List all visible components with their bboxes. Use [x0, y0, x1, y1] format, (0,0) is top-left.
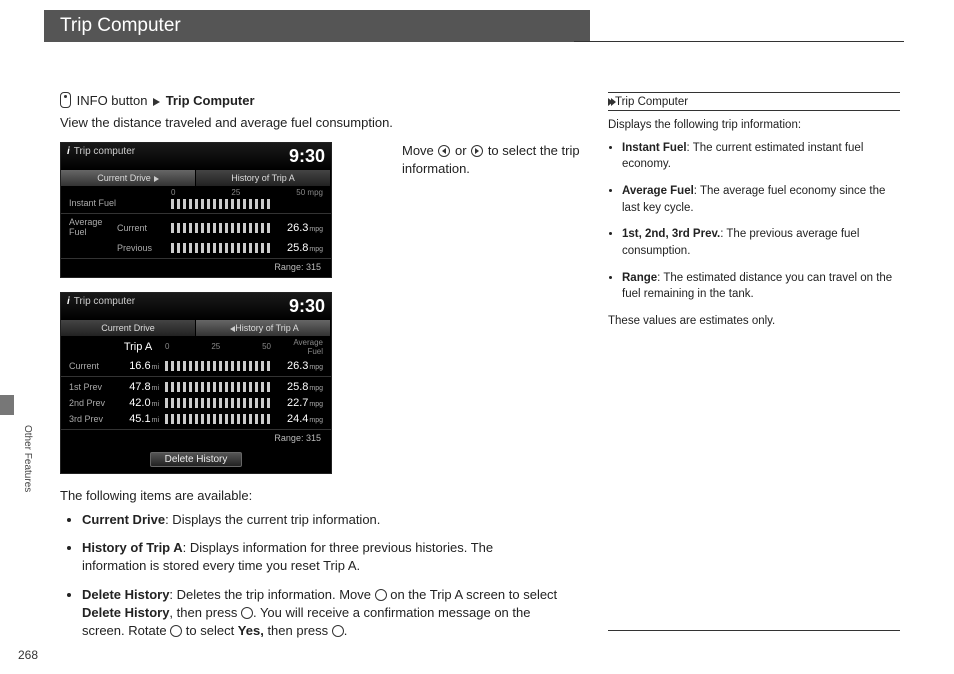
list-item: History of Trip A: Displays information …: [82, 539, 560, 575]
sub-label: Current: [117, 223, 165, 233]
row-label: Instant Fuel: [69, 199, 117, 209]
list-item: Average Fuel: The average fuel economy s…: [622, 183, 900, 216]
screenshot-current-drive: i Trip computer 9:30 Current Drive Histor…: [60, 142, 332, 278]
items-intro: The following items are available:: [60, 488, 560, 503]
range: Range: 315: [61, 258, 331, 277]
value: 25.8mpg: [277, 242, 323, 254]
breadcrumb-info: INFO button: [77, 93, 148, 108]
bar-gauge: [165, 382, 271, 392]
breadcrumb-target: Trip Computer: [166, 93, 255, 108]
bar-gauge: [165, 361, 271, 371]
section-label: Other Features: [22, 425, 33, 492]
row-label: Average Fuel: [69, 218, 117, 238]
list-item: Delete History: Deletes the trip informa…: [82, 586, 560, 641]
nav-instruction: Move or to select the trip information.: [402, 142, 614, 178]
bar-gauge: [171, 199, 271, 209]
value: 26.3mpg: [277, 222, 323, 234]
chevron-right-icon: [154, 176, 159, 182]
note-heading: Trip Computer: [615, 96, 688, 108]
breadcrumb: INFO button Trip Computer: [60, 92, 560, 108]
nav-left-icon: [438, 145, 450, 157]
screen-title: Trip computer: [74, 146, 135, 157]
table-row: Current 16.6mi 26.3mpg: [61, 358, 331, 374]
screenshot-history: i Trip computer 9:30 Current Drive Histor…: [60, 292, 332, 474]
rotate-icon: [170, 625, 182, 637]
page-title: Trip Computer: [44, 10, 590, 42]
screen-title: Trip computer: [74, 296, 135, 307]
nav-right-icon: [471, 145, 483, 157]
table-row: 3rd Prev 45.1mi 24.4mpg: [61, 411, 331, 427]
col-header: Trip A: [117, 341, 159, 353]
title-rule: [574, 41, 904, 42]
list-item: Instant Fuel: The current estimated inst…: [622, 140, 900, 173]
chevron-left-icon: [230, 326, 235, 332]
tab-history[interactable]: History of Trip A: [196, 170, 331, 186]
col-header: Average Fuel: [277, 338, 323, 356]
double-chevron-icon: [608, 98, 613, 106]
tab-current-drive[interactable]: Current Drive: [61, 170, 196, 186]
enter-icon: [332, 625, 344, 637]
range: Range: 315: [61, 429, 331, 448]
rule: [608, 630, 900, 631]
bar-gauge: [165, 414, 271, 424]
clock: 9:30: [289, 296, 325, 317]
joystick-down-icon: [375, 589, 387, 601]
enter-icon: [241, 607, 253, 619]
side-note: Trip Computer Displays the following tri…: [608, 92, 900, 336]
bar-gauge: [171, 243, 271, 253]
info-icon: [60, 92, 71, 108]
tab-current-drive[interactable]: Current Drive: [61, 320, 196, 336]
bar-gauge: [165, 398, 271, 408]
clock: 9:30: [289, 146, 325, 167]
note-intro: Displays the following trip information:: [608, 117, 900, 134]
list-item: Current Drive: Displays the current trip…: [82, 511, 560, 529]
info-icon: i: [67, 296, 70, 307]
bar-gauge: [171, 223, 271, 233]
table-row: 1st Prev 47.8mi 25.8mpg: [61, 376, 331, 395]
info-icon: i: [67, 146, 70, 157]
chevron-right-icon: [153, 98, 160, 106]
sub-label: Previous: [117, 243, 165, 253]
table-row: 2nd Prev 42.0mi 22.7mpg: [61, 395, 331, 411]
page-number: 268: [18, 648, 38, 662]
tab-history[interactable]: History of Trip A: [196, 320, 331, 336]
note-footer: These values are estimates only.: [608, 313, 900, 330]
list-item: 1st, 2nd, 3rd Prev.: The previous averag…: [622, 226, 900, 259]
side-tab: [0, 395, 14, 415]
list-item: Range: The estimated distance you can tr…: [622, 270, 900, 303]
scale: 02550 mpg: [61, 186, 331, 197]
intro-text: View the distance traveled and average f…: [60, 114, 560, 132]
delete-history-button[interactable]: Delete History: [150, 452, 243, 467]
